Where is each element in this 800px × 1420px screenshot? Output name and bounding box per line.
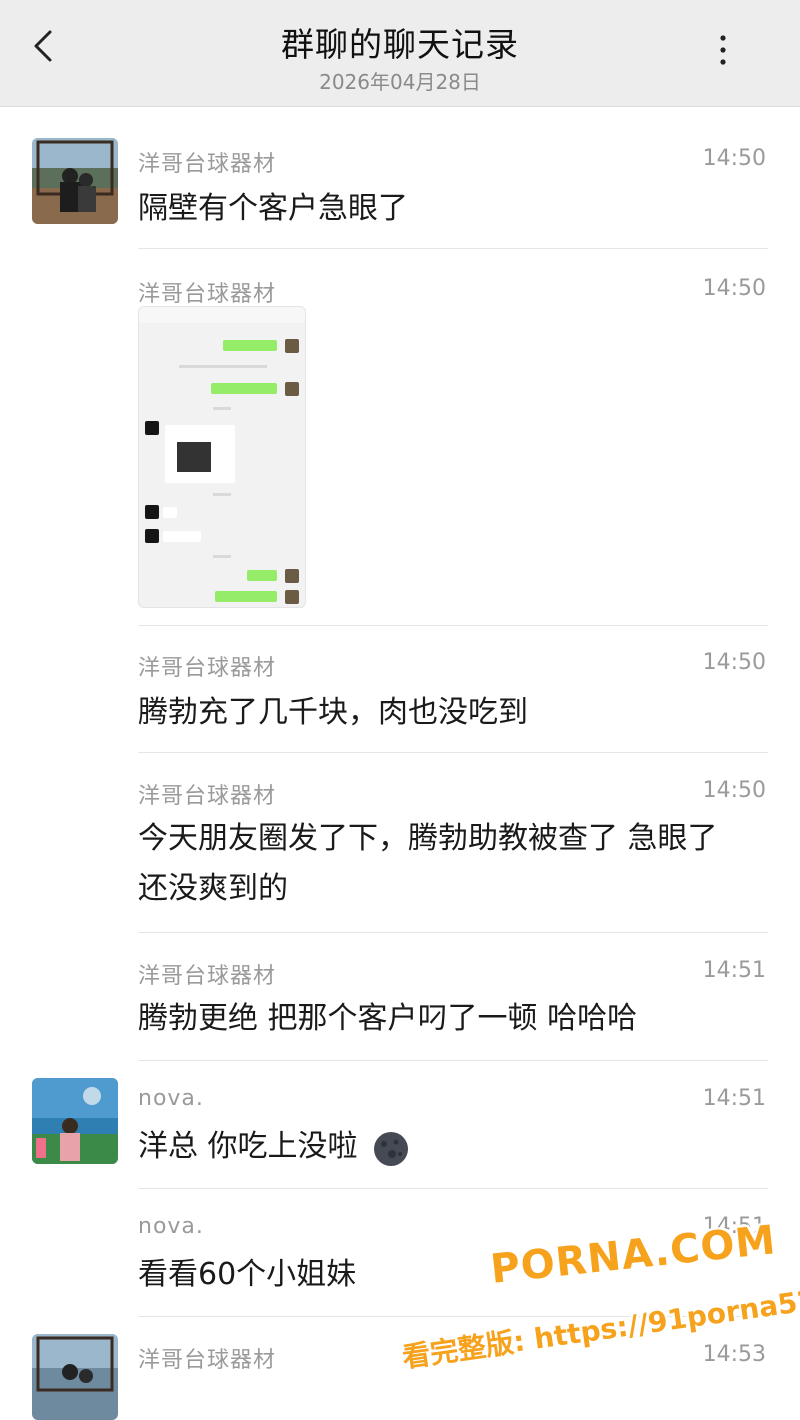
sender-name: 洋哥台球器材: [138, 1348, 277, 1373]
thumbnail-time: [213, 493, 231, 496]
thumbnail-avatar: [285, 569, 299, 583]
message-text: 腾勃充了几千块，肉也没吃到: [138, 695, 528, 730]
thumbnail-avatar: [285, 382, 299, 396]
thumbnail-photo: [177, 442, 211, 472]
sender-name: 洋哥台球器材: [138, 152, 277, 177]
sender-name: nova.: [138, 1086, 204, 1111]
thumbnail-avatar: [145, 505, 159, 519]
thumbnail-bubble: [163, 507, 177, 518]
message-time: 14:50: [702, 276, 766, 301]
message-time: 14:51: [702, 1086, 766, 1111]
thumbnail-bubble: [163, 531, 201, 542]
divider: [138, 1060, 768, 1061]
thumbnail-time: [213, 555, 231, 558]
message-time: 14:53: [702, 1342, 766, 1367]
page-date: 2026年04月28日: [319, 70, 481, 94]
chat-history-header: 群聊的聊天记录 2026年04月28日: [0, 0, 800, 107]
sender-name: 洋哥台球器材: [138, 964, 277, 989]
divider: [138, 248, 768, 249]
avatar[interactable]: [32, 1334, 118, 1420]
thumbnail-avatar: [145, 421, 159, 435]
message-time: 14:51: [702, 1214, 766, 1239]
divider: [138, 625, 768, 626]
sender-name: 洋哥台球器材: [138, 282, 277, 307]
message-time: 14:50: [702, 650, 766, 675]
sender-name: 洋哥台球器材: [138, 656, 277, 681]
thumbnail-bubble: [211, 383, 277, 394]
message-text: 洋总 你吃上没啦: [138, 1129, 358, 1164]
message-time: 14:50: [702, 146, 766, 171]
more-options-icon[interactable]: [708, 30, 738, 70]
divider: [138, 1188, 768, 1189]
thumbnail-topbar: [139, 307, 305, 323]
moon-emoji-icon: [372, 1130, 410, 1168]
thumbnail-bubble: [247, 570, 277, 581]
divider: [138, 932, 768, 933]
message-text: 看看60个小姐妹: [138, 1257, 357, 1292]
message-image-thumbnail[interactable]: [138, 306, 306, 608]
thumbnail-bubble: [223, 340, 277, 351]
divider: [138, 752, 768, 753]
divider: [138, 1316, 768, 1317]
sender-name: nova.: [138, 1214, 204, 1239]
message-text: 今天朋友圈发了下，腾勃助教被查了 急眼了: [138, 821, 718, 856]
message-time: 14:50: [702, 778, 766, 803]
message-text: 腾勃更绝 把那个客户叼了一顿 哈哈哈: [138, 1001, 638, 1036]
thumbnail-system-text: [179, 365, 267, 368]
sender-name: 洋哥台球器材: [138, 784, 277, 809]
page-title: 群聊的聊天记录: [281, 25, 519, 64]
thumbnail-bubble: [215, 591, 277, 602]
message-time: 14:51: [702, 958, 766, 983]
message-text: 隔壁有个客户急眼了: [138, 191, 408, 226]
thumbnail-avatar: [285, 590, 299, 604]
avatar[interactable]: [32, 138, 118, 224]
message-text: 还没爽到的: [138, 871, 288, 906]
thumbnail-time: [213, 407, 231, 410]
thumbnail-avatar: [145, 529, 159, 543]
avatar[interactable]: [32, 1078, 118, 1164]
thumbnail-avatar: [285, 339, 299, 353]
